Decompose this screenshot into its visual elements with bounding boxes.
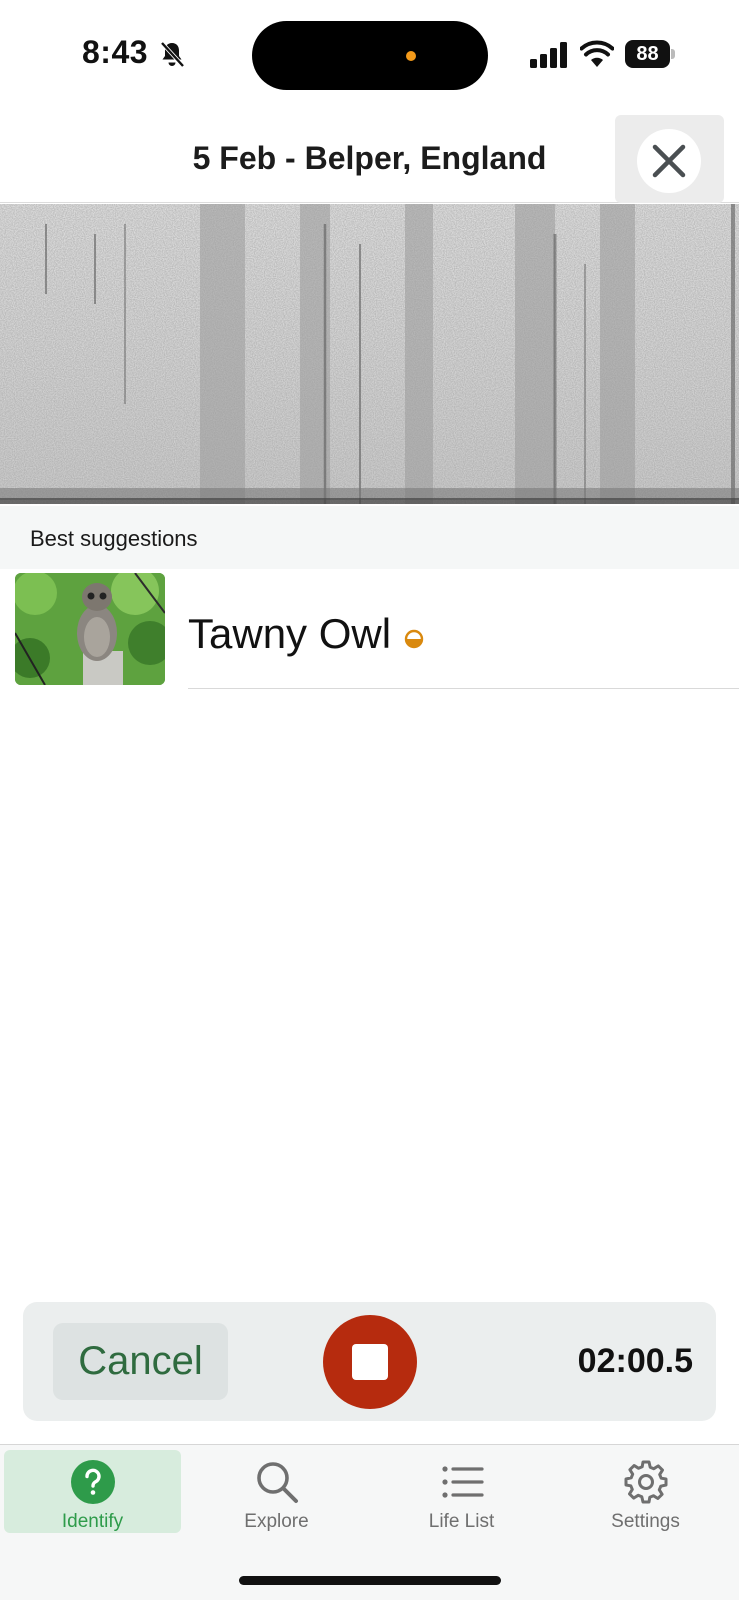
status-bar: 8:43 88 <box>0 0 739 110</box>
cellular-signal-icon <box>530 42 567 68</box>
list-icon <box>442 1466 484 1498</box>
stop-recording-button[interactable] <box>323 1315 417 1409</box>
species-thumbnail <box>15 573 165 685</box>
dynamic-island <box>252 21 488 90</box>
battery-indicator: 88 <box>625 40 675 68</box>
tab-life-list[interactable]: Life List <box>373 1450 550 1533</box>
recording-controls: Cancel 02:00.5 <box>23 1302 716 1421</box>
suggestions-header: Best suggestions <box>0 506 739 569</box>
tawny-owl-photo <box>15 573 165 685</box>
battery-level: 88 <box>625 40 670 68</box>
tab-label-explore: Explore <box>244 1511 309 1532</box>
question-icon <box>71 1460 115 1504</box>
tab-label-life-list: Life List <box>428 1511 495 1532</box>
battery-cap <box>671 49 675 59</box>
mic-indicator-dot <box>406 51 416 61</box>
confidence-half-icon <box>404 629 424 649</box>
tab-settings[interactable]: Settings <box>557 1450 734 1533</box>
tab-identify[interactable]: Identify <box>4 1450 181 1533</box>
suggestion-item[interactable]: Tawny Owl <box>0 570 739 690</box>
spectrogram-image <box>0 204 739 504</box>
close-button[interactable] <box>637 129 701 193</box>
bell-muted-icon <box>160 41 185 68</box>
species-name: Tawny Owl <box>188 610 392 657</box>
tab-label-identify: Identify <box>61 1511 124 1532</box>
status-time: 8:43 <box>82 34 149 70</box>
row-divider <box>188 688 739 689</box>
search-icon <box>257 1462 298 1503</box>
spectrogram[interactable] <box>0 204 739 504</box>
gear-icon <box>624 1460 668 1504</box>
tab-explore[interactable]: Explore <box>188 1450 365 1533</box>
close-area <box>615 115 724 203</box>
stop-icon <box>352 1344 388 1380</box>
close-icon <box>652 144 686 178</box>
recording-timer: 02:00.5 <box>577 1342 693 1380</box>
suggestions-label: Best suggestions <box>30 526 198 551</box>
tab-label-settings: Settings <box>611 1511 680 1532</box>
home-indicator[interactable] <box>239 1576 501 1585</box>
recording-header: 5 Feb - Belper, England <box>0 115 739 203</box>
cancel-button[interactable]: Cancel <box>53 1323 228 1400</box>
wifi-icon <box>580 40 614 67</box>
